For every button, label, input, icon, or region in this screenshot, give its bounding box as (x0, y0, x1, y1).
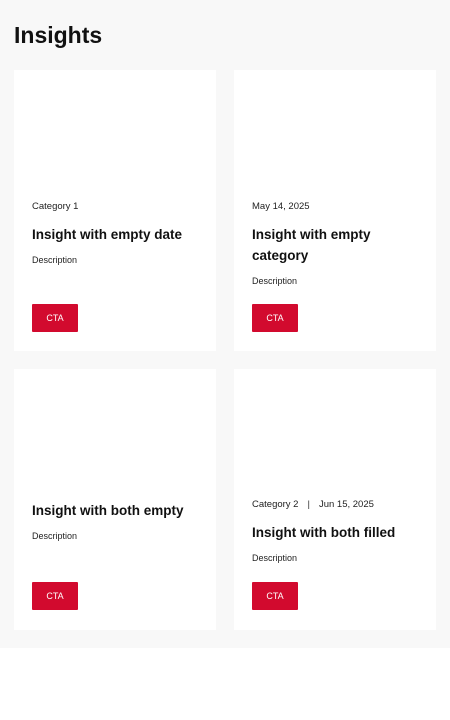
insight-date: Jun 15, 2025 (318, 499, 374, 510)
insight-card-body: May 14, 2025 Insight with empty category… (252, 200, 420, 287)
insight-card: Category 2 | Jun 15, 2025 Insight with b… (234, 369, 436, 630)
insight-card: Insight with both empty Description CTA (14, 369, 216, 630)
insight-title[interactable]: Insight with empty date (32, 224, 200, 245)
insights-section: Insights Category 1 Insight with empty d… (0, 0, 450, 648)
meta-separator: | (307, 499, 310, 510)
insight-category: Category 1 (32, 201, 79, 212)
cta-button[interactable]: CTA (32, 304, 78, 332)
insight-title[interactable]: Insight with both filled (252, 522, 420, 543)
insight-card-body: Category 2 | Jun 15, 2025 Insight with b… (252, 498, 420, 564)
insight-category: Category 2 (252, 499, 299, 510)
insight-description: Description (32, 255, 78, 265)
insight-description: Description (252, 276, 298, 286)
insight-meta: May 14, 2025 (252, 200, 420, 214)
insight-card: Category 1 Insight with empty date Descr… (14, 70, 216, 351)
insight-card: May 14, 2025 Insight with empty category… (234, 70, 436, 351)
insight-meta: Category 2 | Jun 15, 2025 (252, 498, 420, 512)
cta-button[interactable]: CTA (32, 582, 78, 610)
insight-title[interactable]: Insight with both empty (32, 500, 200, 521)
insight-title[interactable]: Insight with empty category (252, 224, 420, 266)
insight-date: May 14, 2025 (252, 201, 310, 212)
cta-button[interactable]: CTA (252, 304, 298, 332)
cta-button[interactable]: CTA (252, 582, 298, 610)
insight-card-body: Insight with both empty Description (32, 500, 200, 542)
insight-card-body: Category 1 Insight with empty date Descr… (32, 200, 200, 266)
page-title: Insights (14, 22, 103, 48)
insight-meta: Category 1 (32, 200, 200, 214)
insight-description: Description (252, 553, 298, 563)
insight-description: Description (32, 531, 78, 541)
